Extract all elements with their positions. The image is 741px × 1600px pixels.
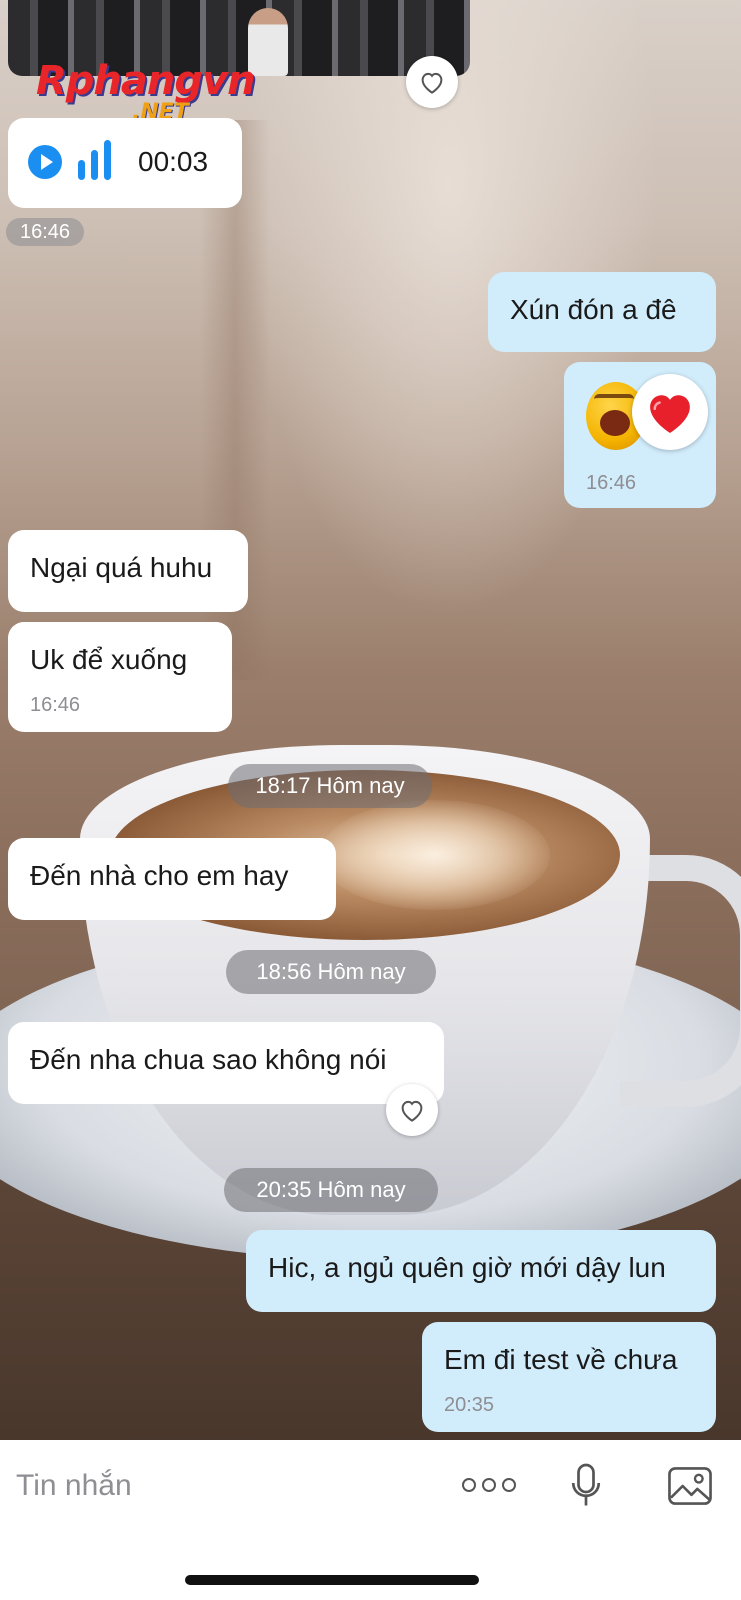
message-text: Uk để xuống bbox=[30, 644, 188, 675]
message-text: Đến nha chua sao không nói bbox=[30, 1044, 387, 1075]
home-indicator bbox=[185, 1575, 479, 1585]
message-timestamp: 16:46 bbox=[6, 218, 84, 246]
image-icon[interactable] bbox=[666, 1464, 714, 1508]
watermark-logo: Rphangvn bbox=[36, 58, 256, 104]
message-text: Em đi test về chưa bbox=[444, 1344, 678, 1375]
incoming-message[interactable]: Đến nhà cho em hay bbox=[8, 838, 336, 920]
date-separator: 18:17 Hôm nay bbox=[228, 764, 432, 808]
message-input-bar bbox=[0, 1440, 741, 1600]
voice-message-bubble[interactable]: 00:03 bbox=[8, 118, 242, 208]
outgoing-message[interactable]: Xún đón a đê bbox=[488, 272, 716, 352]
more-icon[interactable] bbox=[462, 1470, 522, 1500]
incoming-message[interactable]: Ngại quá huhu bbox=[8, 530, 248, 612]
message-text: Xún đón a đê bbox=[510, 294, 677, 325]
date-separator: 20:35 Hôm nay bbox=[224, 1168, 438, 1212]
heart-outline-icon bbox=[401, 1100, 423, 1122]
message-text: Đến nhà cho em hay bbox=[30, 860, 289, 891]
heart-outline-icon bbox=[421, 72, 443, 94]
waveform-icon bbox=[78, 140, 118, 180]
react-heart-button[interactable] bbox=[386, 1084, 438, 1136]
chat-thread: Rphangvn .NET 00:03 16:46 Xún đón a đê 1… bbox=[0, 0, 741, 1600]
date-separator: 18:56 Hôm nay bbox=[226, 950, 436, 994]
voice-duration: 00:03 bbox=[138, 146, 209, 177]
microphone-icon[interactable] bbox=[568, 1462, 604, 1510]
message-timestamp: 16:46 bbox=[586, 472, 637, 494]
react-heart-button[interactable] bbox=[406, 56, 458, 108]
message-timestamp: 20:35 bbox=[444, 1394, 495, 1416]
outgoing-message[interactable]: Em đi test về chưa 20:35 bbox=[422, 1322, 716, 1432]
heart-reaction-icon[interactable] bbox=[632, 374, 708, 450]
outgoing-emoji-message[interactable]: 16:46 bbox=[564, 362, 716, 508]
message-timestamp: 16:46 bbox=[30, 694, 81, 716]
message-text: Ngại quá huhu bbox=[30, 552, 213, 583]
message-text: Hic, a ngủ quên giờ mới dậy lun bbox=[268, 1252, 666, 1283]
message-input[interactable] bbox=[16, 1464, 436, 1508]
play-icon[interactable] bbox=[28, 145, 62, 179]
outgoing-message[interactable]: Hic, a ngủ quên giờ mới dậy lun bbox=[246, 1230, 716, 1312]
incoming-message[interactable]: Đến nha chua sao không nói bbox=[8, 1022, 444, 1104]
incoming-message[interactable]: Uk để xuống 16:46 bbox=[8, 622, 232, 732]
